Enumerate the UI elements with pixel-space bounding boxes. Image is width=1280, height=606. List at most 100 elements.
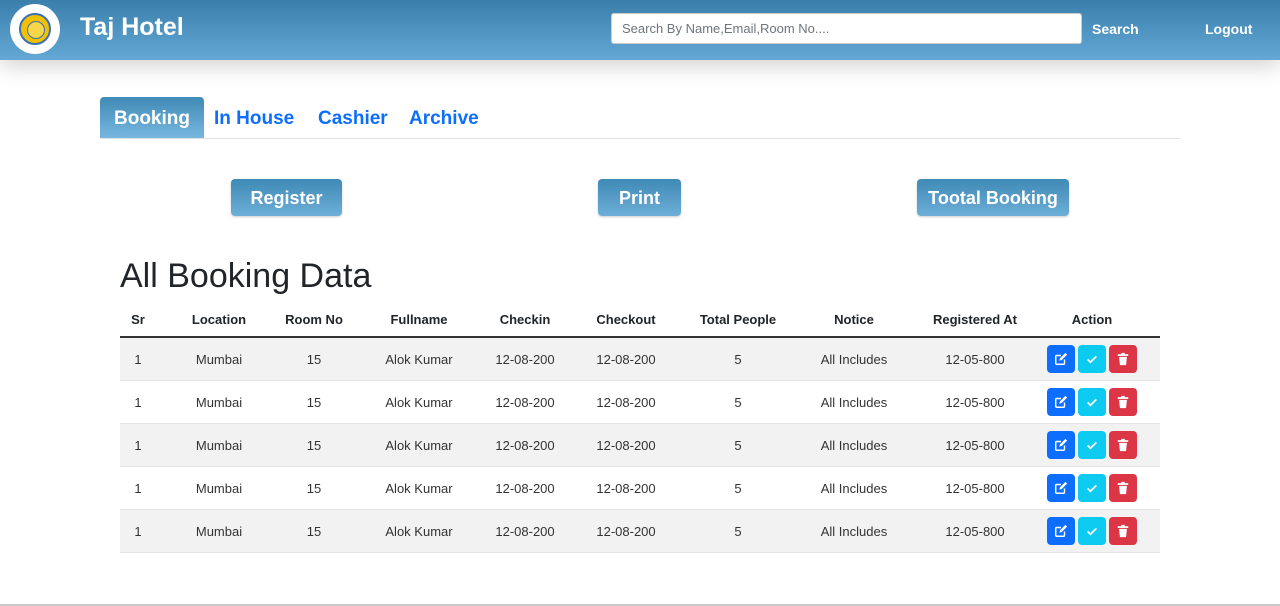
- edit-icon: [1054, 352, 1068, 366]
- confirm-button[interactable]: [1078, 474, 1106, 502]
- row-actions: [1047, 474, 1137, 502]
- checkin-cell: 12-08-200: [492, 466, 558, 510]
- confirm-button[interactable]: [1078, 517, 1106, 545]
- edit-icon: [1054, 524, 1068, 538]
- logo-emblem-icon: [19, 13, 51, 45]
- registered-cell: 12-05-800: [926, 337, 1024, 381]
- tab-cashier[interactable]: Cashier: [318, 97, 388, 138]
- column-header: Location: [156, 302, 282, 338]
- room-cell: 15: [282, 423, 346, 467]
- check-icon: [1085, 352, 1099, 366]
- brand-title[interactable]: Taj Hotel: [80, 13, 184, 42]
- location-cell: Mumbai: [156, 509, 282, 553]
- checkout-cell: 12-08-200: [558, 380, 694, 424]
- column-header: Checkin: [492, 302, 558, 338]
- notice-cell: All Includes: [782, 380, 926, 424]
- checkout-cell: 12-08-200: [558, 509, 694, 553]
- location-cell: Mumbai: [156, 380, 282, 424]
- edit-button[interactable]: [1047, 345, 1075, 373]
- tab-archive[interactable]: Archive: [409, 97, 479, 138]
- delete-button[interactable]: [1109, 431, 1137, 459]
- fullname-cell: Alok Kumar: [346, 423, 492, 467]
- section-tabs: Booking In House Cashier Archive: [100, 97, 1180, 139]
- search-input[interactable]: [611, 13, 1082, 44]
- room-cell: 15: [282, 509, 346, 553]
- confirm-button[interactable]: [1078, 345, 1106, 373]
- room-cell: 15: [282, 466, 346, 510]
- edit-button[interactable]: [1047, 517, 1075, 545]
- action-cell: [1024, 380, 1160, 424]
- registered-cell: 12-05-800: [926, 466, 1024, 510]
- row-actions: [1047, 431, 1137, 459]
- column-header: Total People: [694, 302, 782, 338]
- print-button[interactable]: Print: [598, 179, 681, 216]
- row-actions: [1047, 517, 1137, 545]
- table-row: 1 Mumbai 15 Alok Kumar 12-08-200 12-08-200 5 Al…: [120, 466, 1160, 510]
- room-cell: 15: [282, 380, 346, 424]
- location-cell: Mumbai: [156, 423, 282, 467]
- action-cell: [1024, 466, 1160, 510]
- sr-cell: 1: [120, 337, 156, 381]
- check-icon: [1085, 481, 1099, 495]
- register-button[interactable]: Register: [231, 179, 342, 216]
- check-icon: [1085, 395, 1099, 409]
- location-cell: Mumbai: [156, 466, 282, 510]
- fullname-cell: Alok Kumar: [346, 509, 492, 553]
- people-cell: 5: [694, 466, 782, 510]
- edit-button[interactable]: [1047, 474, 1075, 502]
- action-cell: [1024, 509, 1160, 553]
- registered-cell: 12-05-800: [926, 380, 1024, 424]
- table-row: 1 Mumbai 15 Alok Kumar 12-08-200 12-08-200 5 Al…: [120, 337, 1160, 381]
- table-row: 1 Mumbai 15 Alok Kumar 12-08-200 12-08-200 5 Al…: [120, 509, 1160, 553]
- booking-table: Sr Location Room No Fullname Checkin Che…: [120, 302, 1160, 553]
- tab-in-house[interactable]: In House: [214, 97, 294, 138]
- delete-button[interactable]: [1109, 388, 1137, 416]
- column-header: Sr: [120, 302, 156, 338]
- table-row: 1 Mumbai 15 Alok Kumar 12-08-200 12-08-200 5 Al…: [120, 423, 1160, 467]
- tab-booking[interactable]: Booking: [100, 97, 204, 138]
- edit-button[interactable]: [1047, 431, 1075, 459]
- fullname-cell: Alok Kumar: [346, 380, 492, 424]
- checkin-cell: 12-08-200: [492, 509, 558, 553]
- sr-cell: 1: [120, 509, 156, 553]
- room-cell: 15: [282, 337, 346, 381]
- row-actions: [1047, 388, 1137, 416]
- table-header-row: Sr Location Room No Fullname Checkin Che…: [120, 302, 1160, 338]
- confirm-button[interactable]: [1078, 388, 1106, 416]
- action-cell: [1024, 337, 1160, 381]
- registered-cell: 12-05-800: [926, 423, 1024, 467]
- row-actions: [1047, 345, 1137, 373]
- checkout-cell: 12-08-200: [558, 337, 694, 381]
- sr-cell: 1: [120, 423, 156, 467]
- sr-cell: 1: [120, 380, 156, 424]
- column-header: Fullname: [346, 302, 492, 338]
- people-cell: 5: [694, 380, 782, 424]
- booking-table-body: 1 Mumbai 15 Alok Kumar 12-08-200 12-08-200 5 Al…: [120, 337, 1160, 553]
- sr-cell: 1: [120, 466, 156, 510]
- search-button[interactable]: Search: [1092, 21, 1139, 37]
- people-cell: 5: [694, 337, 782, 381]
- delete-button[interactable]: [1109, 517, 1137, 545]
- table-row: 1 Mumbai 15 Alok Kumar 12-08-200 12-08-200 5 Al…: [120, 380, 1160, 424]
- notice-cell: All Includes: [782, 509, 926, 553]
- check-icon: [1085, 524, 1099, 538]
- edit-button[interactable]: [1047, 388, 1075, 416]
- page-title: All Booking Data: [120, 257, 372, 295]
- notice-cell: All Includes: [782, 466, 926, 510]
- edit-icon: [1054, 481, 1068, 495]
- delete-button[interactable]: [1109, 474, 1137, 502]
- delete-button[interactable]: [1109, 345, 1137, 373]
- checkin-cell: 12-08-200: [492, 423, 558, 467]
- registered-cell: 12-05-800: [926, 509, 1024, 553]
- trash-icon: [1116, 352, 1130, 366]
- logout-button[interactable]: Logout: [1205, 21, 1252, 37]
- action-cell: [1024, 423, 1160, 467]
- total-booking-button[interactable]: Tootal Booking: [917, 179, 1069, 216]
- checkin-cell: 12-08-200: [492, 380, 558, 424]
- trash-icon: [1116, 524, 1130, 538]
- hotel-logo[interactable]: [10, 4, 60, 54]
- top-navbar: Taj Hotel Search Logout: [0, 0, 1280, 60]
- edit-icon: [1054, 395, 1068, 409]
- confirm-button[interactable]: [1078, 431, 1106, 459]
- column-header: Room No: [282, 302, 346, 338]
